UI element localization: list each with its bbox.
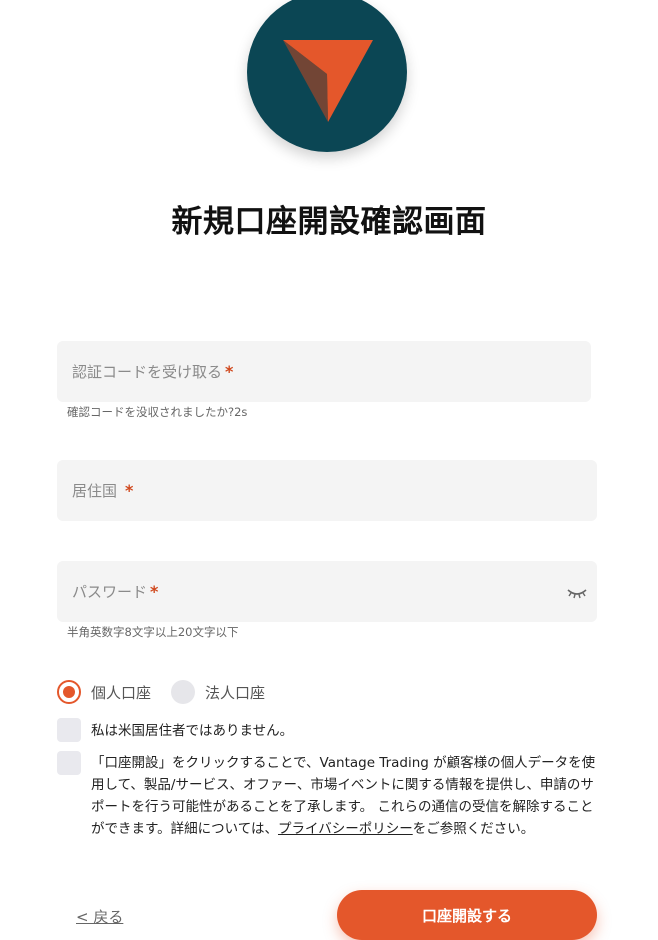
consent-text: 「口座開設」をクリックすることで、Vantage Trading が顧客様の個人… — [91, 752, 606, 840]
required-mark: * — [225, 362, 234, 381]
brand-logo — [247, 0, 407, 152]
required-mark: * — [150, 582, 159, 601]
radio-corporate[interactable] — [171, 680, 196, 704]
account-type-group: 個人口座 法人口座 — [57, 680, 265, 704]
verification-code-field[interactable]: 認証コードを受け取る * — [57, 341, 591, 402]
consent-text-part: をご参照ください。 — [412, 821, 535, 837]
country-field[interactable]: 居住国 * — [57, 460, 597, 521]
radio-individual-label[interactable]: 個人口座 — [91, 682, 151, 703]
back-link[interactable]: < 戻る — [76, 906, 123, 927]
password-label: パスワード — [72, 583, 148, 601]
country-label: 居住国 — [72, 482, 118, 500]
verification-code-hint: 確認コードを没収されましたか?2s — [67, 405, 248, 419]
consent-checkbox[interactable] — [57, 751, 81, 775]
open-account-button[interactable]: 口座開設する — [337, 890, 597, 940]
password-field[interactable]: パスワード * — [57, 561, 597, 622]
required-mark: * — [125, 481, 134, 500]
radio-individual[interactable] — [57, 680, 81, 704]
us-resident-checkbox[interactable] — [57, 718, 81, 742]
us-resident-label: 私は米国居住者ではありません。 — [91, 723, 294, 739]
verification-code-label: 認証コードを受け取る — [72, 363, 223, 381]
radio-corporate-label[interactable]: 法人口座 — [205, 682, 265, 703]
eye-closed-icon[interactable] — [566, 587, 588, 599]
password-hint: 半角英数字8文字以上20文字以下 — [67, 625, 239, 639]
arrow-pointer-icon — [283, 40, 373, 122]
page-title: 新規口座開設確認画面 — [171, 204, 487, 240]
privacy-policy-link[interactable]: プライバシーポリシー — [278, 821, 413, 837]
